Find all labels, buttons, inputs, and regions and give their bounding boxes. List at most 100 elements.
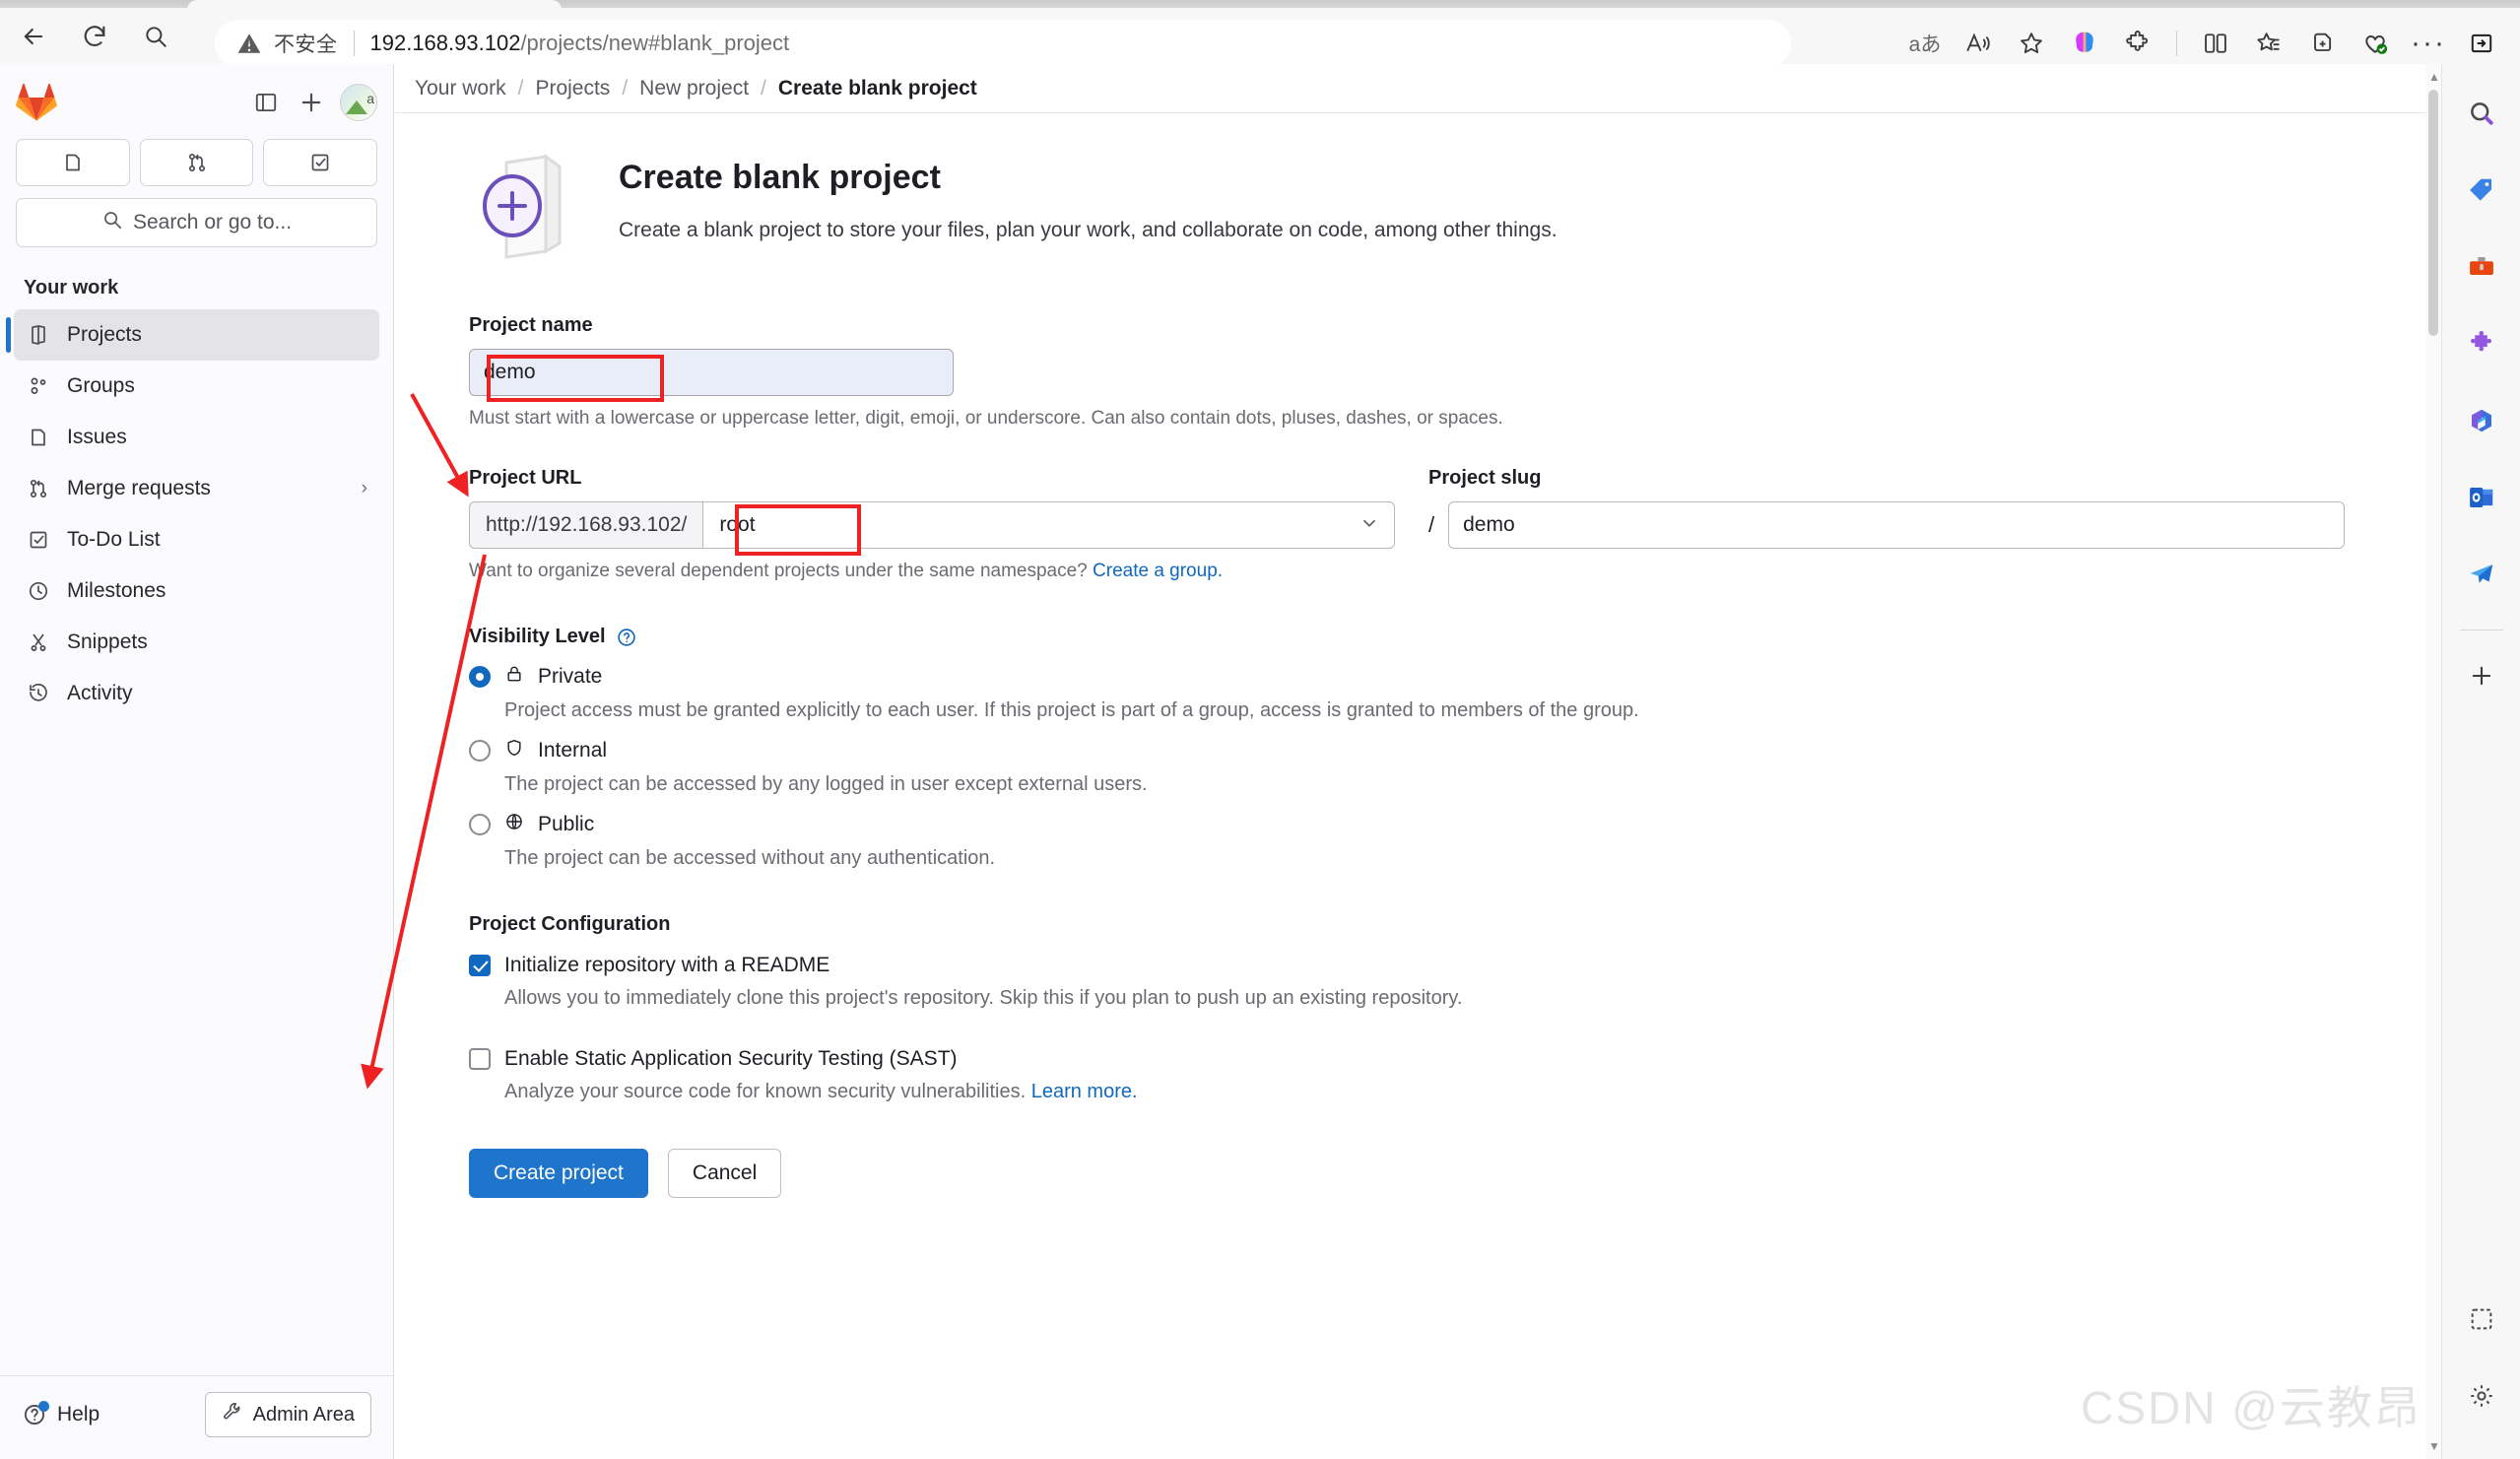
shield-icon (504, 738, 524, 763)
breadcrumb-item-projects[interactable]: Projects (535, 77, 610, 100)
toolbar-actions: aあ ··· (1900, 20, 2506, 67)
sidebar-item-issues[interactable]: Issues (14, 412, 379, 463)
more-options-icon[interactable]: ··· (2404, 20, 2453, 67)
sidebar-item-label: Milestones (67, 579, 166, 602)
sidebar-item-label: To-Do List (67, 528, 161, 551)
question-circle-icon[interactable] (616, 627, 637, 648)
screenshot-icon[interactable] (2454, 1292, 2509, 1347)
project-slug-value: demo (1463, 513, 1515, 536)
radio-internal[interactable] (469, 740, 491, 762)
gitlab-logo-icon[interactable] (16, 82, 57, 123)
shopping-tag-icon[interactable] (2454, 163, 2509, 218)
project-url-hint-text: Want to organize several dependent proje… (469, 561, 1088, 581)
visibility-option-private[interactable]: Private Project access must be granted e… (469, 664, 2434, 722)
favorite-star-icon[interactable] (2007, 20, 2056, 67)
extensions-icon[interactable] (2113, 20, 2162, 67)
create-project-form: Project name demo Must start with a lowe… (469, 314, 2434, 1198)
help-button[interactable]: Help (22, 1401, 100, 1427)
project-configuration-title: Project Configuration (469, 913, 2434, 936)
clock-icon (26, 579, 51, 603)
search-icon[interactable] (128, 15, 183, 58)
avatar-mark: a (366, 91, 374, 106)
cancel-button[interactable]: Cancel (667, 1149, 782, 1198)
copy-tab-icon[interactable] (2297, 20, 2347, 67)
user-avatar[interactable]: a (340, 84, 377, 121)
browser-chrome: 不安全 192.168.93.102 /projects/new#blank_p… (0, 0, 2520, 67)
read-aloud-icon[interactable] (1954, 20, 2003, 67)
page-scrollbar[interactable]: ▲ ▼ (2425, 64, 2441, 1459)
help-notification-dot (38, 1401, 49, 1412)
visibility-option-internal[interactable]: Internal The project can be accessed by … (469, 738, 2434, 796)
sidebar-item-milestones[interactable]: Milestones (14, 565, 379, 617)
wrench-icon (222, 1401, 243, 1428)
add-app-icon[interactable] (2454, 648, 2509, 703)
refresh-icon[interactable] (67, 15, 122, 58)
blank-project-illustration (469, 149, 577, 267)
browser-essentials-icon[interactable] (2351, 20, 2400, 67)
create-a-group-link[interactable]: Create a group. (1093, 561, 1223, 581)
scroll-down-arrow-icon[interactable]: ▼ (2428, 1439, 2440, 1453)
microsoft365-icon[interactable] (2454, 393, 2509, 448)
settings-gear-icon[interactable] (2454, 1368, 2509, 1424)
project-name-hint: Must start with a lowercase or uppercase… (469, 408, 1503, 429)
address-bar[interactable]: 不安全 192.168.93.102 /projects/new#blank_p… (215, 20, 1791, 67)
project-url-field: Project URL http://192.168.93.102/ root … (469, 467, 1395, 582)
breadcrumb-item-new-project[interactable]: New project (639, 77, 749, 100)
create-project-button[interactable]: Create project (469, 1149, 648, 1198)
create-new-icon[interactable] (289, 81, 334, 124)
collapse-sidebar-icon[interactable] (243, 81, 289, 124)
split-screen-icon[interactable] (2191, 20, 2240, 67)
scrollbar-thumb[interactable] (2428, 90, 2438, 336)
csdn-watermark: CSDN @云教昂 (2081, 1382, 2421, 1433)
sidebar-item-groups[interactable]: Groups (14, 361, 379, 412)
games-puzzle-icon[interactable] (2454, 316, 2509, 371)
checkbox-enable-sast[interactable] (469, 1048, 491, 1070)
collections-icon[interactable] (2244, 20, 2293, 67)
sidebar-item-projects[interactable]: Projects (6, 309, 379, 361)
help-circle-icon (22, 1401, 49, 1427)
page-body: Create blank project Create a blank proj… (395, 113, 2434, 1198)
radio-private[interactable] (469, 666, 491, 688)
help-label: Help (57, 1403, 100, 1426)
copilot-icon[interactable] (2060, 20, 2109, 67)
sast-learn-more-link[interactable]: Learn more. (1031, 1081, 1138, 1102)
sidebar-toggle-icon[interactable] (2457, 20, 2506, 67)
todo-icon (26, 528, 51, 552)
project-icon (26, 323, 51, 347)
paper-plane-icon[interactable] (2454, 547, 2509, 602)
gitlab-sidebar: a Search or go to... Your work Projects … (0, 64, 394, 1459)
browser-toolbar: 不安全 192.168.93.102 /projects/new#blank_p… (0, 8, 2520, 67)
rail-bottom-actions (2454, 1292, 2509, 1459)
tools-icon[interactable] (2454, 239, 2509, 295)
search-icon[interactable] (2454, 86, 2509, 141)
quick-issues-icon[interactable] (16, 139, 130, 186)
slug-separator: / (1428, 512, 1435, 537)
sidebar-item-activity[interactable]: Activity (14, 668, 379, 719)
sidebar-item-merge-requests[interactable]: Merge requests › (14, 463, 379, 514)
toolbar-divider (2176, 31, 2177, 56)
config-initialize-readme[interactable]: Initialize repository with a README Allo… (469, 954, 2434, 1010)
sidebar-item-snippets[interactable]: Snippets (14, 617, 379, 668)
visibility-label: Visibility Level (469, 626, 606, 647)
quick-merge-requests-icon[interactable] (139, 139, 254, 186)
quick-todo-icon[interactable] (263, 139, 378, 186)
project-slug-input[interactable]: demo (1448, 501, 2345, 549)
search-input[interactable]: Search or go to... (16, 198, 377, 247)
config-readme-label: Initialize repository with a README (504, 954, 830, 976)
sidebar-item-todo-list[interactable]: To-Do List (14, 514, 379, 565)
scroll-up-arrow-icon[interactable]: ▲ (2428, 70, 2440, 84)
config-enable-sast[interactable]: Enable Static Application Security Testi… (469, 1047, 2434, 1103)
breadcrumb-item-your-work[interactable]: Your work (415, 77, 506, 100)
back-arrow-icon[interactable] (6, 15, 61, 58)
project-name-label: Project name (469, 314, 593, 336)
admin-area-button[interactable]: Admin Area (204, 1392, 371, 1437)
visibility-option-public[interactable]: Public The project can be accessed witho… (469, 812, 2434, 870)
outlook-icon[interactable] (2454, 470, 2509, 525)
history-icon (26, 682, 51, 705)
translate-icon[interactable]: aあ (1900, 20, 1950, 67)
chevron-down-icon (1359, 512, 1380, 539)
chevron-right-icon: › (361, 478, 367, 498)
visibility-internal-desc: The project can be accessed by any logge… (504, 773, 1148, 795)
checkbox-initialize-readme[interactable] (469, 955, 491, 976)
radio-public[interactable] (469, 814, 491, 835)
